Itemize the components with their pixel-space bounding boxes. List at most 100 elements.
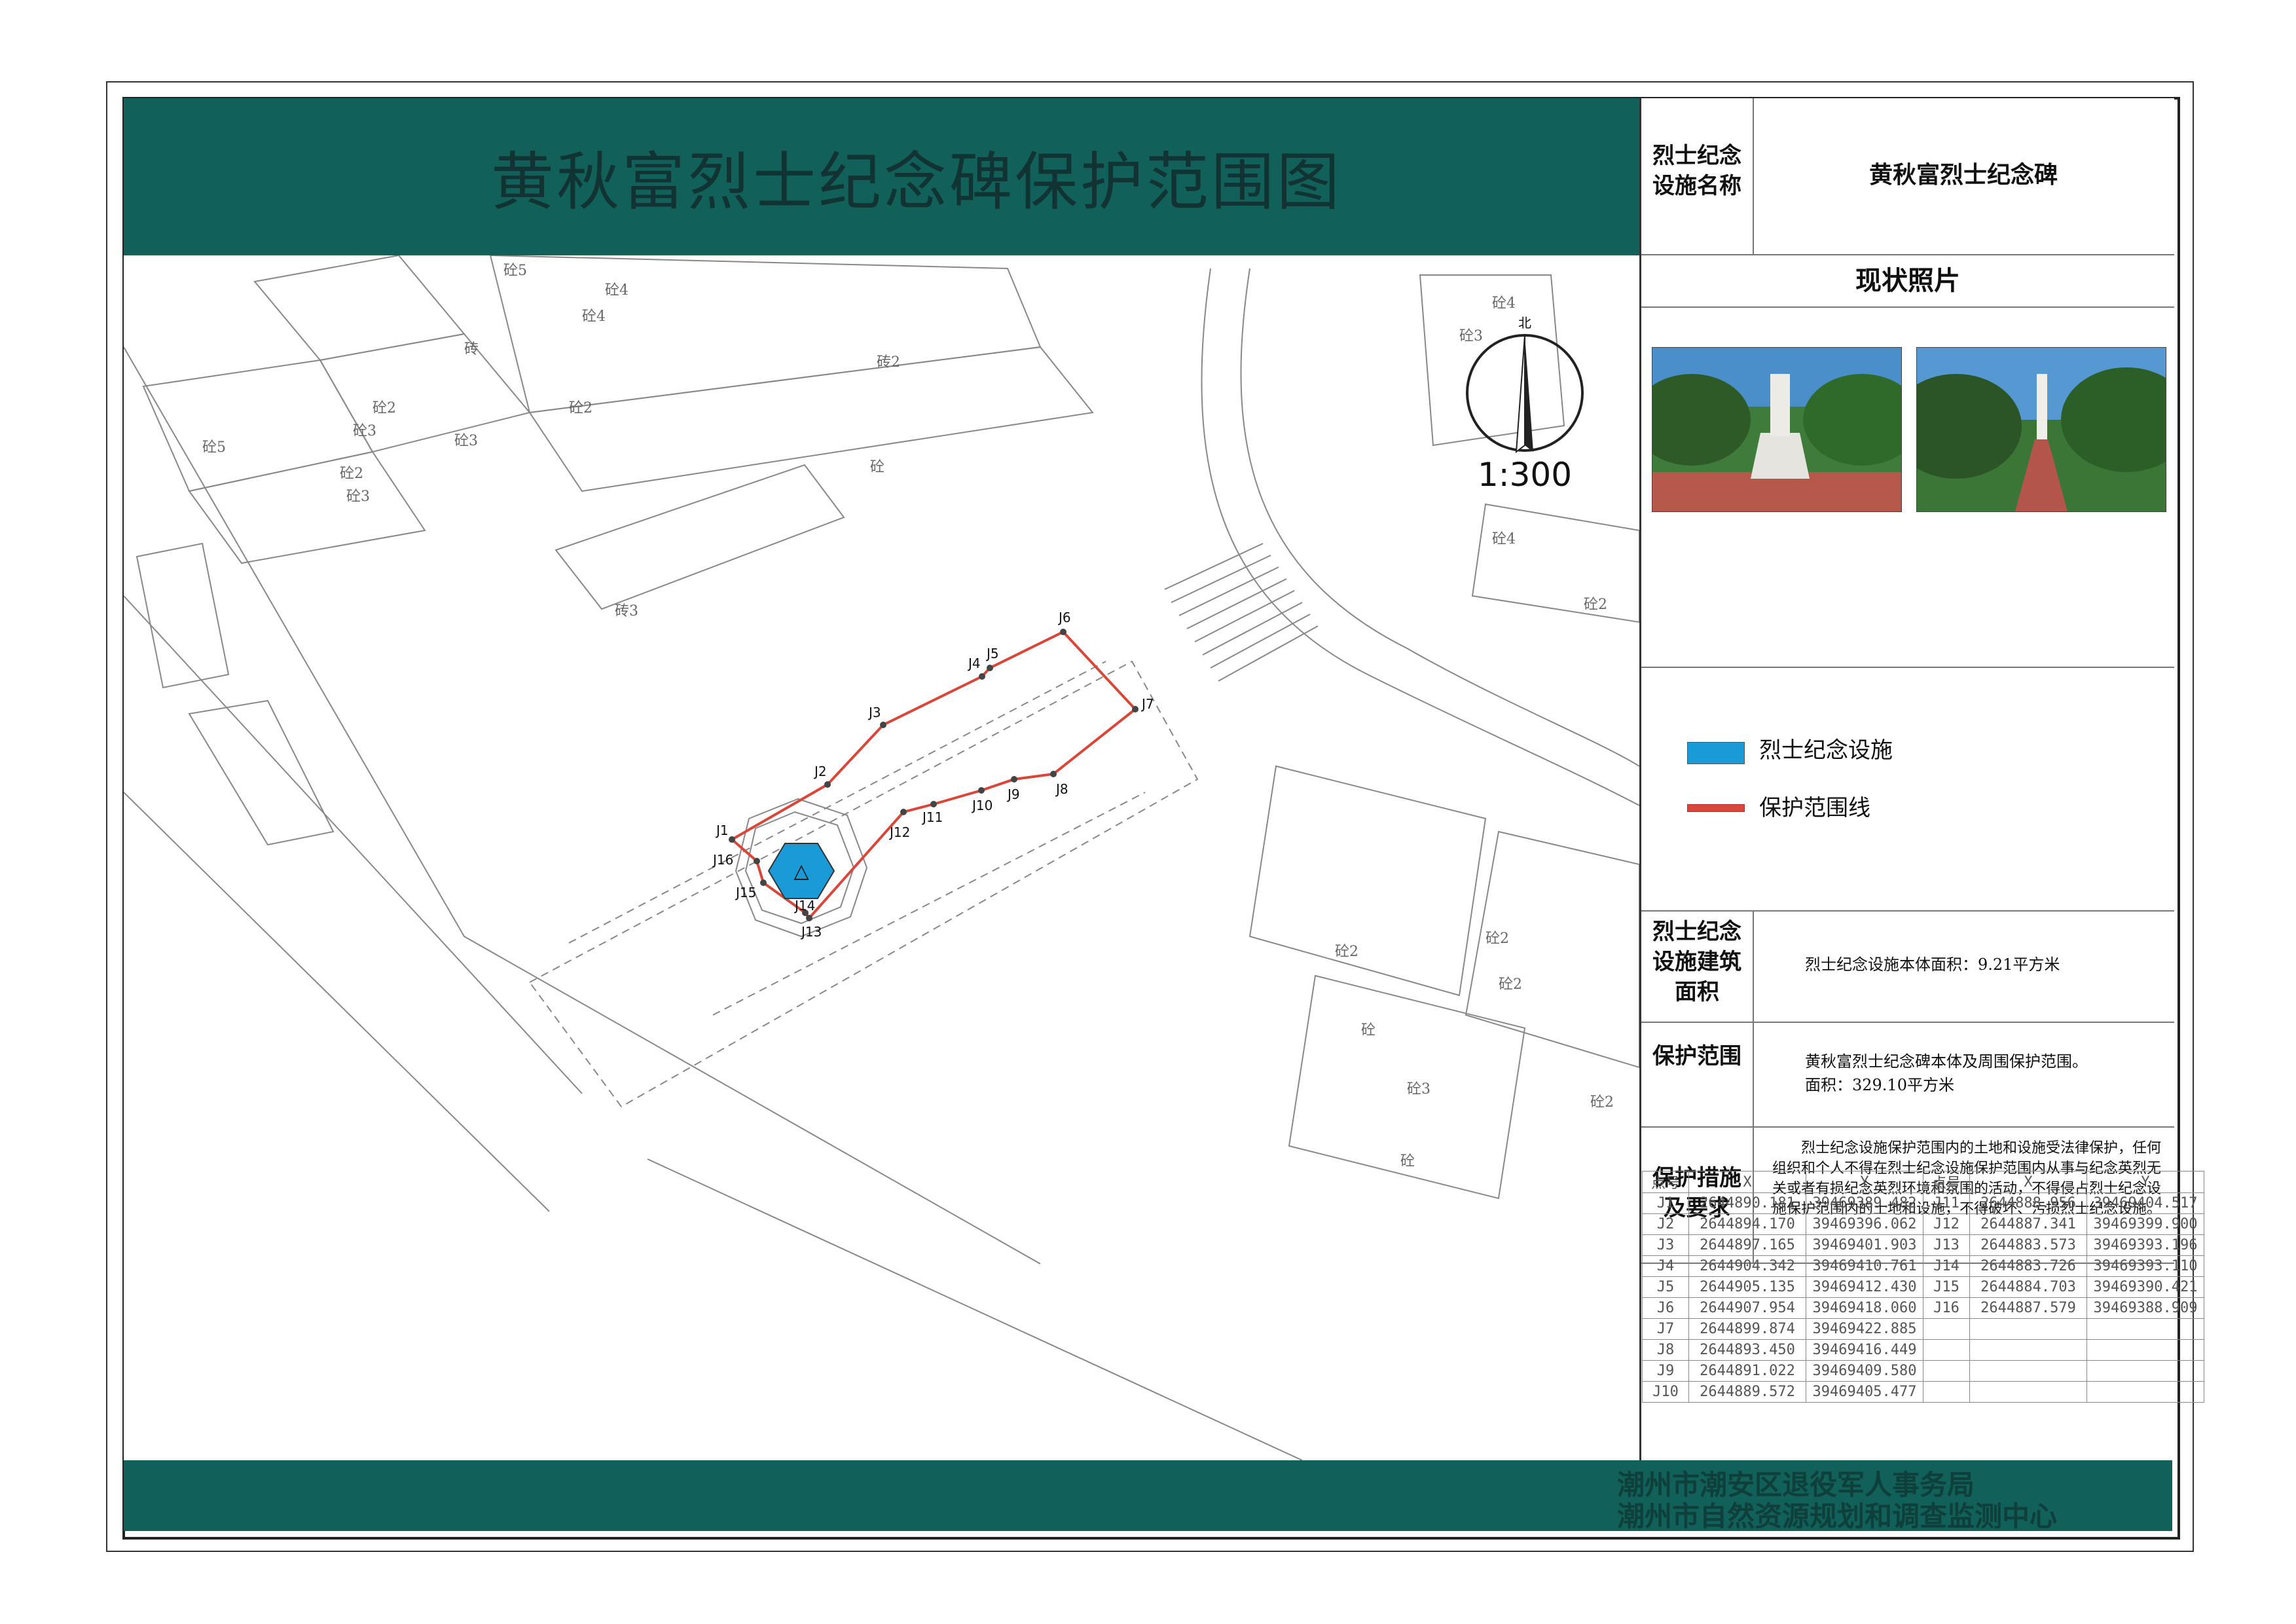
header-cell: Y xyxy=(1806,1171,1923,1193)
point-label: J2 xyxy=(813,764,827,779)
table-cell: 39469389.482 xyxy=(1806,1192,1923,1214)
building-mark: 砼5 xyxy=(202,439,226,456)
protection-scope-line2: 面积：329.10平方米 xyxy=(1805,1076,1954,1094)
table-cell: 2644887.579 xyxy=(1969,1297,2087,1319)
monument-photo-2 xyxy=(1916,347,2166,512)
table-cell: J11 xyxy=(1923,1192,1970,1214)
monument-photo-1-art xyxy=(1652,348,1901,511)
building-mark: 砼2 xyxy=(373,400,396,416)
table-row: J6 2644907.954 39469418.060 J16 2644887.579 3… xyxy=(1642,1297,2204,1319)
table-cell xyxy=(1969,1339,2087,1361)
table-cell: 2644884.703 xyxy=(1969,1276,2087,1298)
map-title: 黄秋富烈士纪念碑保护范围图 xyxy=(491,145,1342,219)
table-cell: 39469404.517 xyxy=(2086,1192,2204,1214)
table-cell: 2644899.874 xyxy=(1688,1318,1806,1340)
table-cell: J14 xyxy=(1923,1255,1970,1277)
table-cell: 2644907.954 xyxy=(1688,1297,1806,1319)
table-cell: 39469410.761 xyxy=(1806,1255,1923,1277)
building-mark: 砼 xyxy=(569,400,583,416)
map-canvas: △ J1 J2 J3 J4 J5 J6 J7 J8 J9 J10 J11 J12… xyxy=(124,255,1639,1460)
legend-facility-label: 烈士纪念设施 xyxy=(1759,737,1893,764)
table-cell: 39469396.062 xyxy=(1806,1213,1923,1235)
table-cell: J7 xyxy=(1642,1318,1689,1340)
building-mark: 砼3 xyxy=(1407,1081,1430,1098)
header-cell: Y xyxy=(2086,1171,2204,1193)
photo-header: 现状照片 xyxy=(1855,266,1960,296)
compass-north-label: 北 xyxy=(1518,315,1531,331)
point-label: J6 xyxy=(1057,610,1071,625)
table-cell xyxy=(2086,1360,2204,1382)
table-cell: J6 xyxy=(1642,1297,1689,1319)
building-mark: 砖3 xyxy=(615,603,638,619)
photo-header-row: 现状照片 xyxy=(1641,254,2174,308)
scale-label: 1:300 xyxy=(1478,456,1572,494)
table-row: J8 2644893.450 39469416.449 xyxy=(1642,1339,2204,1361)
divider xyxy=(1753,910,1754,1022)
point-label: J10 xyxy=(971,798,993,813)
point-label: J13 xyxy=(800,924,822,940)
table-cell: J16 xyxy=(1923,1297,1970,1319)
building-mark: 砼3 xyxy=(353,423,376,439)
building-area-row: 烈士纪念设施建筑面积 烈士纪念设施本体面积：9.21平方米 xyxy=(1641,910,2174,1023)
table-header-row: 点号 X Y 点号 X Y xyxy=(1642,1171,2204,1193)
table-cell: 39469405.477 xyxy=(1806,1381,1923,1403)
point-label: J4 xyxy=(967,655,981,671)
table-cell: 2644889.572 xyxy=(1688,1381,1806,1403)
svg-text:△: △ xyxy=(793,860,809,883)
building-mark: 砼 xyxy=(870,459,884,475)
coordinates-table: 点号 X Y 点号 X Y J1 2644890.181 39469389.482 J… xyxy=(1642,1171,2204,1403)
monument-photo-1 xyxy=(1652,347,1902,512)
building-mark: 砼2 xyxy=(340,466,363,482)
table-row: J4 2644904.342 39469410.761 J14 2644883.726 3… xyxy=(1642,1255,2204,1277)
table-cell xyxy=(2086,1339,2204,1361)
point-label: J11 xyxy=(921,809,943,825)
table-cell: J10 xyxy=(1642,1381,1689,1403)
monument-photo-2-art xyxy=(1917,348,2166,511)
facility-name-row: 烈士纪念设施名称 黄秋富烈士纪念碑 xyxy=(1641,98,2174,255)
building-area-value: 烈士纪念设施本体面积：9.21平方米 xyxy=(1805,955,2060,974)
point-label: J16 xyxy=(712,852,733,868)
table-cell: 2644887.341 xyxy=(1969,1213,2087,1235)
table-cell: J13 xyxy=(1923,1234,1970,1256)
point-label: J3 xyxy=(867,705,881,720)
building-mark: 砼2 xyxy=(1590,1094,1614,1111)
table-cell: 39469401.903 xyxy=(1806,1234,1923,1256)
table-cell xyxy=(1923,1339,1970,1361)
point-label: J1 xyxy=(715,822,729,838)
building-mark: 砼3 xyxy=(346,489,370,505)
point-label: J9 xyxy=(1006,786,1020,802)
legend-row: 烈士纪念设施 保护范围线 xyxy=(1641,667,2174,912)
photo-row xyxy=(1641,306,2174,668)
table-cell xyxy=(1923,1360,1970,1382)
map-area: △ J1 J2 J3 J4 J5 J6 J7 J8 J9 J10 J11 J12… xyxy=(124,255,1639,1460)
legend-facility-swatch xyxy=(1687,742,1745,764)
building-mark: 砼3 xyxy=(1459,328,1483,344)
table-cell: J3 xyxy=(1642,1234,1689,1256)
table-row: J2 2644894.170 39469396.062 J12 2644887.341 3… xyxy=(1642,1213,2204,1235)
protection-scope-label: 保护范围 xyxy=(1652,1043,1741,1069)
table-cell: 2644897.165 xyxy=(1688,1234,1806,1256)
table-cell: 2644894.170 xyxy=(1688,1213,1806,1235)
table-row: J10 2644889.572 39469405.477 xyxy=(1642,1381,2204,1403)
facility-name-value: 黄秋富烈士纪念碑 xyxy=(1868,162,2058,189)
protection-scope-line1: 黄秋富烈士纪念碑本体及周围保护范围。 xyxy=(1805,1052,2088,1071)
building-mark: 砼4 xyxy=(1492,295,1516,312)
building-mark: 砼2 xyxy=(1335,944,1358,960)
table-cell: 39469388.909 xyxy=(2086,1297,2204,1319)
building-mark: 砼4 xyxy=(605,282,629,299)
table-cell: 2644890.181 xyxy=(1688,1192,1806,1214)
legend-boundary-swatch xyxy=(1687,804,1745,812)
table-row: J5 2644905.135 39469412.430 J15 2644884.703 3… xyxy=(1642,1276,2204,1298)
table-cell: 39469418.060 xyxy=(1806,1297,1923,1319)
point-label: J8 xyxy=(1055,781,1068,797)
table-row: J1 2644890.181 39469389.482 J11 2644888.956 3… xyxy=(1642,1192,2204,1214)
table-cell xyxy=(1969,1381,2087,1403)
point-label: J7 xyxy=(1140,696,1154,712)
table-cell xyxy=(1969,1360,2087,1382)
table-cell: J15 xyxy=(1923,1276,1970,1298)
table-cell: 2644891.022 xyxy=(1688,1360,1806,1382)
facility-name-label: 烈士纪念设施名称 xyxy=(1652,143,1741,199)
table-cell: J5 xyxy=(1642,1276,1689,1298)
building-mark: 砼2 xyxy=(1499,976,1522,993)
building-mark: 砼 xyxy=(1361,1022,1376,1039)
